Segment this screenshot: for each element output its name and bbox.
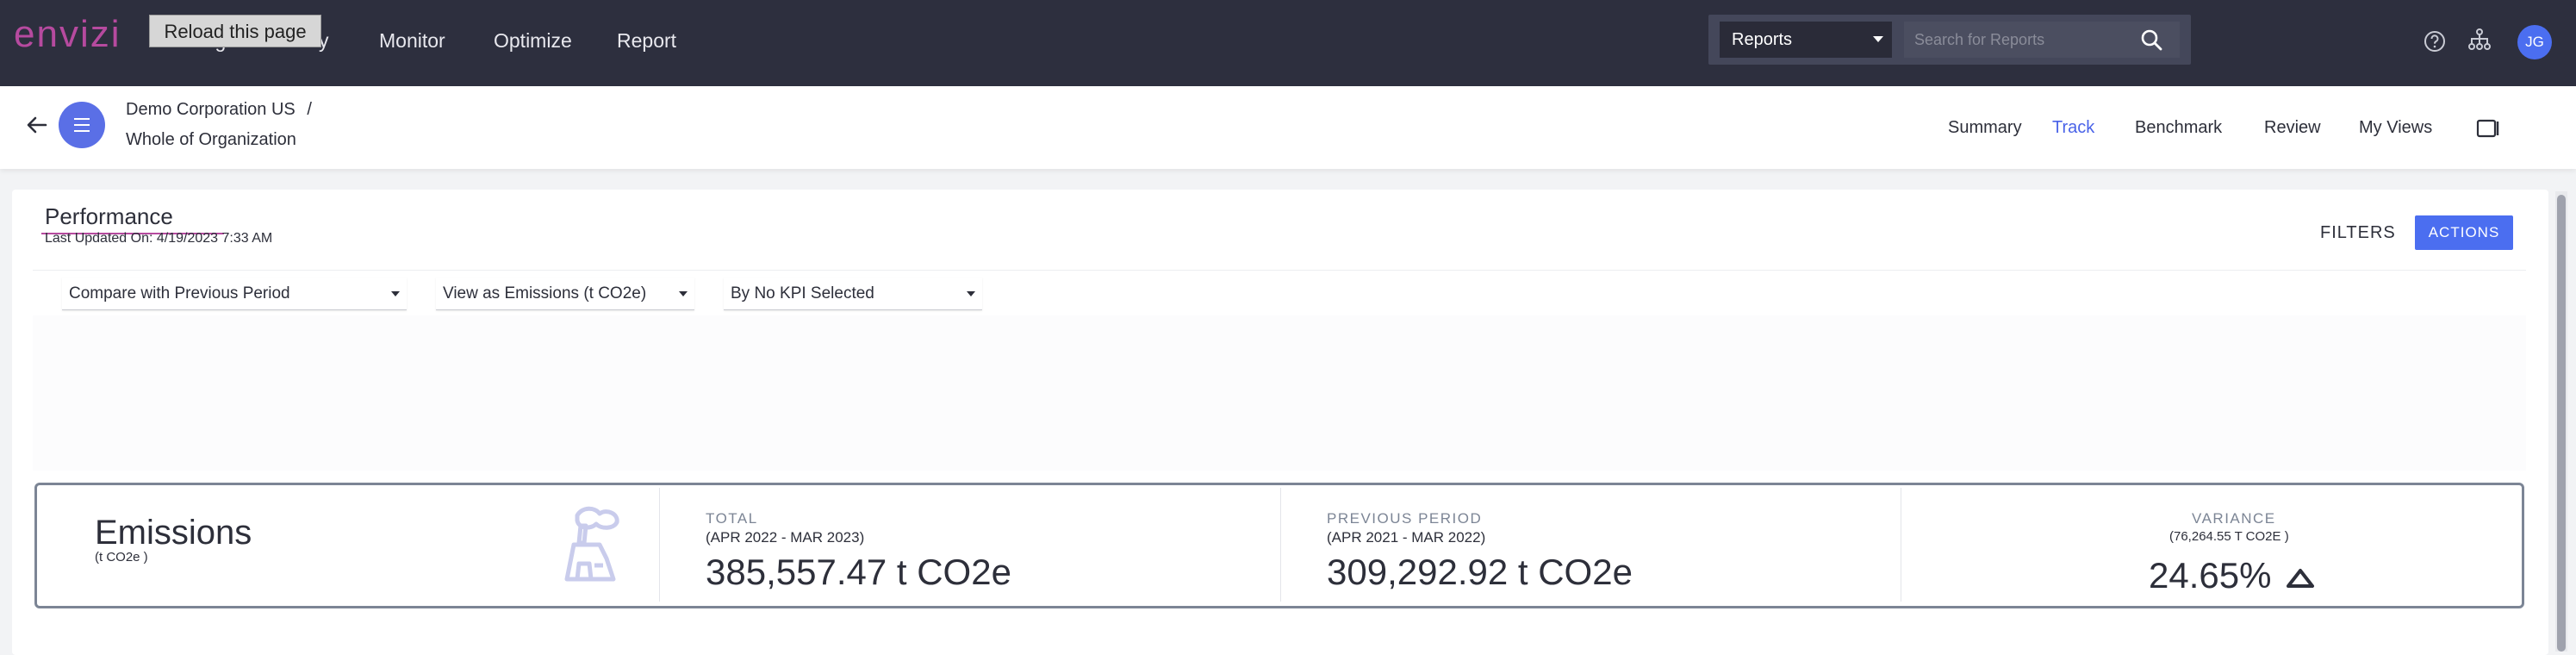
report-type-select[interactable]: Reports bbox=[1720, 22, 1892, 58]
user-avatar[interactable]: JG bbox=[2517, 25, 2552, 59]
breadcrumb-org-label: Demo Corporation US bbox=[126, 100, 296, 119]
summary-unit: (t CO2e ) bbox=[95, 550, 148, 565]
envizi-logo[interactable]: envizi bbox=[14, 14, 121, 55]
previous-period-value: 309,292.92 t CO2e bbox=[1327, 552, 1633, 592]
top-navigation-bar: envizi Manage Verify Monitor Optimize Re… bbox=[0, 0, 2576, 86]
tab-my-views[interactable]: My Views bbox=[2359, 118, 2432, 138]
variance-amount: (76,264.55 T CO2E ) bbox=[2169, 529, 2289, 544]
tab-benchmark[interactable]: Benchmark bbox=[2135, 118, 2222, 138]
search-icon[interactable] bbox=[2139, 28, 2163, 52]
search-input[interactable] bbox=[1904, 22, 2180, 58]
menu-button[interactable] bbox=[59, 102, 105, 148]
last-updated-text: Last Updated On: 4/19/2023 7:33 AM bbox=[45, 231, 273, 246]
breadcrumb-organization[interactable]: Demo Corporation US / bbox=[126, 100, 312, 120]
total-range: (APR 2022 - MAR 2023) bbox=[706, 529, 865, 546]
compare-period-value: Compare with Previous Period bbox=[69, 284, 290, 303]
previous-period-label: PREVIOUS PERIOD bbox=[1327, 510, 1483, 527]
hamburger-icon bbox=[74, 118, 90, 136]
total-value: 385,557.47 t CO2e bbox=[706, 552, 1011, 592]
tab-track[interactable]: Track bbox=[2052, 118, 2094, 138]
kpi-value: By No KPI Selected bbox=[731, 284, 874, 303]
side-panel-icon[interactable] bbox=[2476, 119, 2500, 138]
divider bbox=[33, 270, 2526, 271]
nav-monitor[interactable]: Monitor bbox=[379, 0, 445, 81]
summary-divider bbox=[659, 488, 660, 602]
view-as-value: View as Emissions (t CO2e) bbox=[443, 284, 647, 303]
compare-period-select[interactable]: Compare with Previous Period bbox=[62, 278, 407, 310]
nav-optimize[interactable]: Optimize bbox=[494, 0, 572, 81]
breadcrumb-scope[interactable]: Whole of Organization bbox=[126, 130, 296, 150]
help-icon[interactable] bbox=[2423, 29, 2447, 53]
variance-label: VARIANCE bbox=[2192, 510, 2276, 527]
chevron-down-icon bbox=[967, 291, 975, 296]
context-header: Demo Corporation US / Whole of Organizat… bbox=[0, 86, 2576, 169]
scrollbar-thumb[interactable] bbox=[2557, 195, 2566, 652]
summary-title: Emissions bbox=[95, 514, 252, 552]
chevron-down-icon bbox=[679, 291, 688, 296]
chart-area bbox=[33, 315, 2526, 471]
triangle-up-icon bbox=[2287, 569, 2314, 588]
page-scrollbar[interactable] bbox=[2555, 191, 2567, 652]
reload-tooltip: Reload this page bbox=[149, 15, 321, 47]
arrow-left-icon[interactable] bbox=[24, 112, 50, 138]
report-type-value: Reports bbox=[1732, 30, 1793, 49]
factory-icon bbox=[564, 506, 619, 582]
previous-period-range: (APR 2021 - MAR 2022) bbox=[1327, 529, 1486, 546]
chevron-down-icon bbox=[1873, 36, 1883, 42]
breadcrumb-separator: / bbox=[307, 100, 312, 119]
summary-divider bbox=[1280, 488, 1281, 602]
kpi-select[interactable]: By No KPI Selected bbox=[724, 278, 982, 310]
hierarchy-icon[interactable] bbox=[2467, 28, 2492, 52]
view-as-select[interactable]: View as Emissions (t CO2e) bbox=[436, 278, 694, 310]
actions-button[interactable]: ACTIONS bbox=[2415, 215, 2513, 250]
report-search-group: Reports bbox=[1708, 15, 2191, 65]
filters-button[interactable]: FILTERS bbox=[2320, 217, 2396, 248]
variance-percent: 24.65% bbox=[2149, 555, 2272, 596]
nav-report[interactable]: Report bbox=[617, 0, 676, 81]
tab-summary[interactable]: Summary bbox=[1948, 118, 2022, 138]
chevron-down-icon bbox=[391, 291, 400, 296]
tab-review[interactable]: Review bbox=[2264, 118, 2321, 138]
page-title: Performance bbox=[45, 203, 173, 229]
total-label: TOTAL bbox=[706, 510, 758, 527]
